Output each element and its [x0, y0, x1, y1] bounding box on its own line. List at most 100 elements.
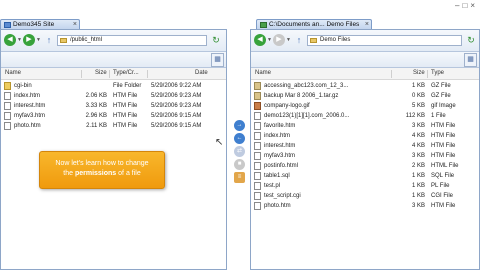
file-row[interactable]: interest.htm 4 KB HTM File: [251, 141, 479, 151]
top-bar: Demo345 Site × C:\Documents an... Demo F…: [0, 0, 480, 29]
download-arrow-icon[interactable]: ←: [234, 133, 245, 144]
chevron-down-icon[interactable]: ▼: [286, 37, 291, 43]
file-row[interactable]: test_script.cgi 1 KB CGI File: [251, 191, 479, 201]
archive-icon: [254, 92, 261, 100]
file-row[interactable]: company-logo.gif 5 KB gif Image: [251, 101, 479, 111]
column-size[interactable]: Size: [95, 70, 107, 76]
file-name: index.htm: [264, 133, 291, 139]
file-date: 5/29/2006 9:23 AM: [151, 103, 202, 109]
file-icon: [254, 162, 261, 170]
column-size[interactable]: Size: [413, 70, 425, 76]
file-row[interactable]: cgi-bin File Folder 5/29/2006 9:22 AM: [1, 81, 226, 91]
file-name: demo123(1)[1][1].com_2006.0...: [264, 113, 350, 119]
file-row[interactable]: index.htm 4 KB HTM File: [251, 131, 479, 141]
file-row[interactable]: postinfo.html 2 KB HTML File: [251, 161, 479, 171]
file-type: GZ File: [431, 93, 451, 99]
queue-icon[interactable]: ≡: [234, 172, 245, 183]
file-size: 4 KB: [411, 133, 425, 139]
folder-up-icon[interactable]: ↑: [293, 34, 305, 46]
stop-icon[interactable]: ■: [234, 159, 245, 170]
folder-up-icon[interactable]: ↑: [43, 34, 55, 46]
tab-remote-site[interactable]: Demo345 Site ×: [0, 19, 80, 29]
folder-icon: [310, 37, 317, 43]
file-name: cgi-bin: [14, 83, 32, 89]
image-icon: [254, 102, 261, 110]
close-icon[interactable]: ×: [365, 20, 369, 29]
file-type: SQL File: [431, 173, 455, 179]
file-size: 2.11 KB: [86, 123, 107, 129]
file-row[interactable]: photo.htm 2.11 KB HTM File 5/29/2006 9:15 A…: [1, 121, 226, 131]
chevron-down-icon[interactable]: ▼: [17, 37, 22, 43]
view-mode-icon[interactable]: ▦: [464, 53, 477, 67]
callout-line-2: the permissions of a file: [40, 169, 164, 179]
local-pane: ◀ ▼ ▶ ▼ ↑ Demo Files ↻ ▦ Name Size Type …: [250, 29, 480, 270]
forward-icon[interactable]: ▶: [23, 34, 35, 46]
local-path: Demo Files: [320, 37, 351, 43]
file-size: 5 KB: [411, 103, 425, 109]
file-row[interactable]: table1.sql 1 KB SQL File: [251, 171, 479, 181]
remote-address-field[interactable]: /public_html: [57, 35, 207, 46]
column-name[interactable]: Name: [5, 70, 21, 76]
back-icon[interactable]: ◀: [254, 34, 266, 46]
file-row[interactable]: accessing_abc123.com_12_3... 1 KB GZ File: [251, 81, 479, 91]
file-icon: [254, 112, 261, 120]
tab-remote-site-label: Demo345 Site: [13, 21, 55, 28]
refresh-icon[interactable]: ↻: [210, 34, 222, 46]
file-type: HTM File: [431, 153, 456, 159]
file-type: HTML File: [431, 163, 459, 169]
sync-icon[interactable]: ⇄: [234, 146, 245, 157]
folder-icon: [60, 37, 67, 43]
remote-path: /public_html: [70, 37, 103, 43]
file-row[interactable]: photo.htm 3 KB HTM File: [251, 201, 479, 211]
refresh-icon[interactable]: ↻: [465, 34, 477, 46]
column-type[interactable]: Type/Cr...: [113, 70, 139, 76]
file-name: index.htm: [14, 93, 41, 99]
file-row[interactable]: index.htm 2.06 KB HTM File 5/29/2006 9:23 A…: [1, 91, 226, 101]
file-size: 2.96 KB: [85, 113, 107, 119]
chevron-down-icon[interactable]: ▼: [267, 37, 272, 43]
file-date: 5/29/2006 9:15 AM: [151, 123, 202, 129]
view-mode-icon[interactable]: ▦: [211, 53, 224, 67]
file-row[interactable]: favorite.htm 3 KB HTM File: [251, 121, 479, 131]
file-type: HTM File: [431, 203, 456, 209]
file-type: File Folder: [113, 83, 142, 89]
file-row[interactable]: backup Mar 8 2006_1.tar.gz 0 KB GZ File: [251, 91, 479, 101]
file-row[interactable]: myfav3.htm 3 KB HTM File: [251, 151, 479, 161]
remote-column-header: Name Size Type/Cr... Date: [1, 68, 226, 80]
callout-text-suffix: of a file: [118, 170, 141, 177]
file-row[interactable]: demo123(1)[1][1].com_2006.0... 112 KB 1 Fi…: [251, 111, 479, 121]
local-address-field[interactable]: Demo Files: [307, 35, 462, 46]
file-icon: [4, 102, 11, 110]
file-type: CGI File: [431, 193, 454, 199]
chevron-down-icon[interactable]: ▼: [36, 37, 41, 43]
window-controls: –□×: [455, 1, 478, 10]
tab-local-folder[interactable]: C:\Documents an... Demo Files ×: [256, 19, 372, 29]
file-row[interactable]: test.pl 1 KB PL File: [251, 181, 479, 191]
close-window-icon[interactable]: ×: [470, 1, 478, 10]
file-icon: [254, 192, 261, 200]
callout-text-prefix: the: [63, 170, 73, 177]
file-name: photo.htm: [264, 203, 291, 209]
computer-icon: [260, 21, 267, 28]
forward-icon[interactable]: ▶: [273, 34, 285, 46]
file-size: 3 KB: [411, 153, 425, 159]
file-size: 1 KB: [411, 183, 425, 189]
file-row[interactable]: myfav3.htm 2.96 KB HTM File 5/29/2006 9:15 …: [1, 111, 226, 121]
file-row[interactable]: interest.htm 3.33 KB HTM File 5/29/2006 9:2…: [1, 101, 226, 111]
column-type[interactable]: Type: [431, 70, 444, 76]
archive-icon: [254, 82, 261, 90]
file-type: HTM File: [431, 143, 456, 149]
file-name: backup Mar 8 2006_1.tar.gz: [264, 93, 339, 99]
tab-local-folder-label: C:\Documents an... Demo Files: [269, 21, 360, 28]
file-type: 1 File: [431, 113, 446, 119]
file-icon: [4, 92, 11, 100]
back-icon[interactable]: ◀: [4, 34, 16, 46]
file-name: company-logo.gif: [264, 103, 310, 109]
column-date[interactable]: Date: [195, 70, 208, 76]
close-icon[interactable]: ×: [73, 20, 77, 29]
column-name[interactable]: Name: [255, 70, 271, 76]
remote-view-bar: ▦: [1, 52, 226, 68]
file-name: test_script.cgi: [264, 193, 301, 199]
upload-arrow-icon[interactable]: →: [234, 120, 245, 131]
file-name: myfav3.htm: [14, 113, 46, 119]
